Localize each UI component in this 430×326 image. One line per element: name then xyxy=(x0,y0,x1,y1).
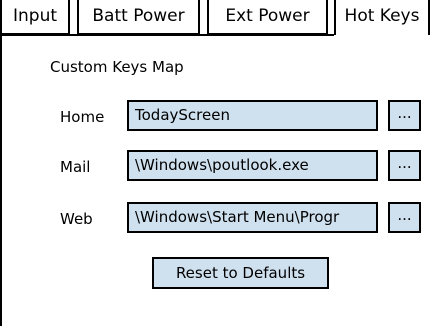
web-browse-button[interactable]: ... xyxy=(388,202,421,233)
tab-hot-keys[interactable]: Hot Keys xyxy=(334,0,430,35)
home-field[interactable]: TodayScreen xyxy=(127,100,378,131)
home-browse-button[interactable]: ... xyxy=(388,100,421,131)
mail-browse-button[interactable]: ... xyxy=(388,150,421,181)
mail-field[interactable]: \Windows\poutlook.exe xyxy=(127,150,378,181)
tab-divider-line xyxy=(0,34,334,36)
tab-bar: Input Batt Power Ext Power Hot Keys xyxy=(0,0,430,36)
section-title: Custom Keys Map xyxy=(50,58,184,76)
tab-input[interactable]: Input xyxy=(0,0,70,35)
home-label: Home xyxy=(60,108,105,126)
panel-left-border xyxy=(0,34,2,326)
tab-batt-power[interactable]: Batt Power xyxy=(77,0,200,35)
tab-ext-power[interactable]: Ext Power xyxy=(207,0,328,35)
mail-label: Mail xyxy=(60,158,91,176)
reset-to-defaults-button[interactable]: Reset to Defaults xyxy=(152,257,329,289)
web-label: Web xyxy=(60,210,93,228)
web-field[interactable]: \Windows\Start Menu\Progr xyxy=(127,202,378,233)
